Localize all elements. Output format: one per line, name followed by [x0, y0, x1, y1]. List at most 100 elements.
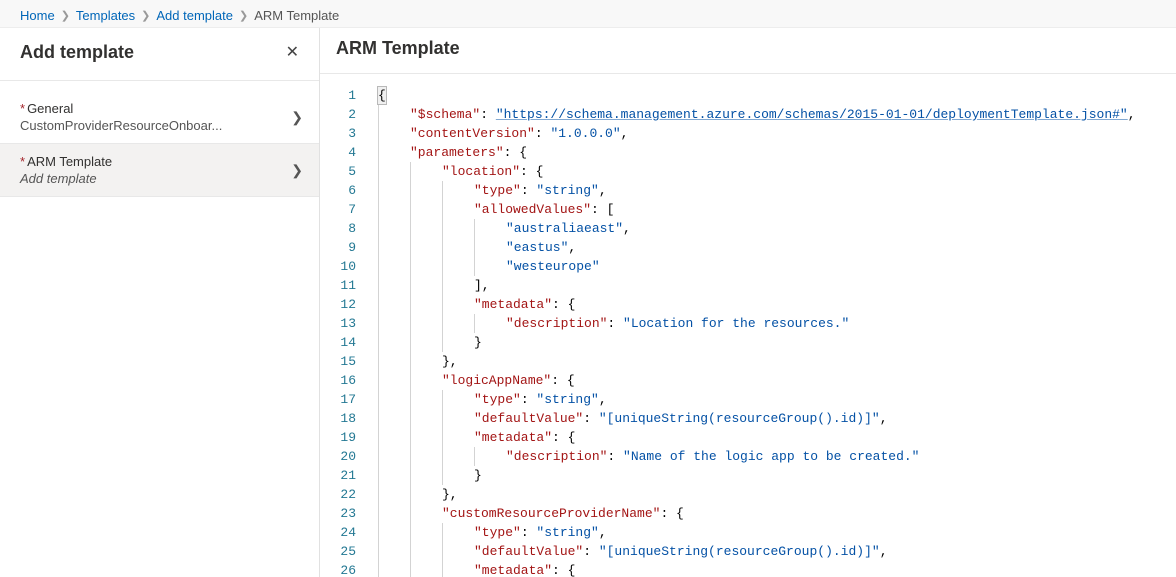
section-label: *General: [20, 101, 222, 116]
json-string: "[uniqueString(resourceGroup().id)]": [599, 411, 880, 426]
code-line[interactable]: "metadata": {: [370, 295, 1176, 314]
section-arm-template[interactable]: *ARM Template Add template ❯: [0, 144, 319, 197]
json-string: "string": [536, 392, 598, 407]
indent-guide: [410, 352, 411, 371]
code-line[interactable]: },: [370, 352, 1176, 371]
json-punct: ,: [621, 126, 629, 141]
code-line[interactable]: "type": "string",: [370, 523, 1176, 542]
indent-guide: [442, 466, 443, 485]
json-punct: ,: [599, 392, 607, 407]
code-line[interactable]: "defaultValue": "[uniqueString(resourceG…: [370, 542, 1176, 561]
indent-guide: [378, 257, 379, 276]
line-number: 5: [320, 162, 356, 181]
json-key: "logicAppName": [442, 373, 551, 388]
indent-guide: [410, 314, 411, 333]
breadcrumb-link[interactable]: Add template: [156, 8, 233, 23]
indent-guide: [378, 200, 379, 219]
indent-guide: [474, 447, 475, 466]
indent-guide: [410, 504, 411, 523]
json-key: "type": [474, 525, 521, 540]
code-line[interactable]: "parameters": {: [370, 143, 1176, 162]
json-punct: :: [521, 392, 537, 407]
section-sub: Add template: [20, 171, 112, 186]
json-punct: :: [607, 316, 623, 331]
line-number: 22: [320, 485, 356, 504]
code-editor[interactable]: 1234567891011121314151617181920212223242…: [320, 74, 1176, 577]
indent-guide: [474, 314, 475, 333]
json-key: "description": [506, 316, 607, 331]
indent-guide: [442, 314, 443, 333]
code-line[interactable]: "logicAppName": {: [370, 371, 1176, 390]
indent-guide: [378, 561, 379, 577]
code-line[interactable]: "contentVersion": "1.0.0.0",: [370, 124, 1176, 143]
json-punct: ,: [623, 221, 631, 236]
json-string: "eastus": [506, 240, 568, 255]
json-punct: : {: [520, 164, 543, 179]
close-icon[interactable]: ✕: [282, 38, 303, 66]
json-key: "$schema": [410, 107, 480, 122]
json-string: "australiaeast": [506, 221, 623, 236]
json-punct: : {: [504, 145, 527, 160]
indent-guide: [474, 238, 475, 257]
code-line[interactable]: {: [370, 86, 1176, 105]
indent-guide: [410, 181, 411, 200]
code-line[interactable]: "metadata": {: [370, 561, 1176, 577]
indent-guide: [410, 466, 411, 485]
code-line[interactable]: "australiaeast",: [370, 219, 1176, 238]
code-line[interactable]: }: [370, 466, 1176, 485]
code-line[interactable]: "metadata": {: [370, 428, 1176, 447]
code-line[interactable]: },: [370, 485, 1176, 504]
code-line[interactable]: "location": {: [370, 162, 1176, 181]
json-punct: :: [480, 107, 496, 122]
chevron-right-icon: ❯: [141, 9, 150, 22]
indent-guide: [378, 219, 379, 238]
code-line[interactable]: "eastus",: [370, 238, 1176, 257]
line-number: 8: [320, 219, 356, 238]
json-punct: ,: [599, 183, 607, 198]
code-line[interactable]: "$schema": "https://schema.management.az…: [370, 105, 1176, 124]
line-number-gutter: 1234567891011121314151617181920212223242…: [320, 86, 370, 577]
json-key: "parameters": [410, 145, 504, 160]
breadcrumb-link[interactable]: Templates: [76, 8, 135, 23]
section-general[interactable]: *General CustomProviderResourceOnboar...…: [0, 91, 319, 144]
indent-guide: [378, 390, 379, 409]
breadcrumb-link[interactable]: Home: [20, 8, 55, 23]
code-line[interactable]: "description": "Name of the logic app to…: [370, 447, 1176, 466]
section-label: *ARM Template: [20, 154, 112, 169]
code-line[interactable]: "type": "string",: [370, 390, 1176, 409]
json-punct: ,: [880, 544, 888, 559]
code-line[interactable]: "westeurope": [370, 257, 1176, 276]
json-punct: ,: [1128, 107, 1136, 122]
json-punct: :: [535, 126, 551, 141]
indent-guide: [442, 181, 443, 200]
json-key: "metadata": [474, 430, 552, 445]
indent-guide: [410, 238, 411, 257]
indent-guide: [442, 295, 443, 314]
json-punct: : {: [552, 297, 575, 312]
json-string: "string": [536, 183, 598, 198]
indent-guide: [442, 276, 443, 295]
code-line[interactable]: "customResourceProviderName": {: [370, 504, 1176, 523]
indent-guide: [410, 523, 411, 542]
indent-guide: [442, 219, 443, 238]
code-line[interactable]: ],: [370, 276, 1176, 295]
line-number: 11: [320, 276, 356, 295]
code-content[interactable]: {"$schema": "https://schema.management.a…: [370, 86, 1176, 577]
section-sub: CustomProviderResourceOnboar...: [20, 118, 222, 133]
line-number: 4: [320, 143, 356, 162]
json-punct: :: [583, 411, 599, 426]
indent-guide: [378, 371, 379, 390]
indent-guide: [442, 200, 443, 219]
json-punct: : {: [552, 430, 575, 445]
chevron-right-icon: ❯: [291, 162, 303, 179]
code-line[interactable]: "description": "Location for the resourc…: [370, 314, 1176, 333]
line-number: 21: [320, 466, 356, 485]
code-line[interactable]: "allowedValues": [: [370, 200, 1176, 219]
line-number: 6: [320, 181, 356, 200]
code-line[interactable]: "type": "string",: [370, 181, 1176, 200]
code-line[interactable]: }: [370, 333, 1176, 352]
json-string: "https://schema.management.azure.com/sch…: [496, 107, 1128, 122]
line-number: 13: [320, 314, 356, 333]
json-punct: :: [583, 544, 599, 559]
code-line[interactable]: "defaultValue": "[uniqueString(resourceG…: [370, 409, 1176, 428]
